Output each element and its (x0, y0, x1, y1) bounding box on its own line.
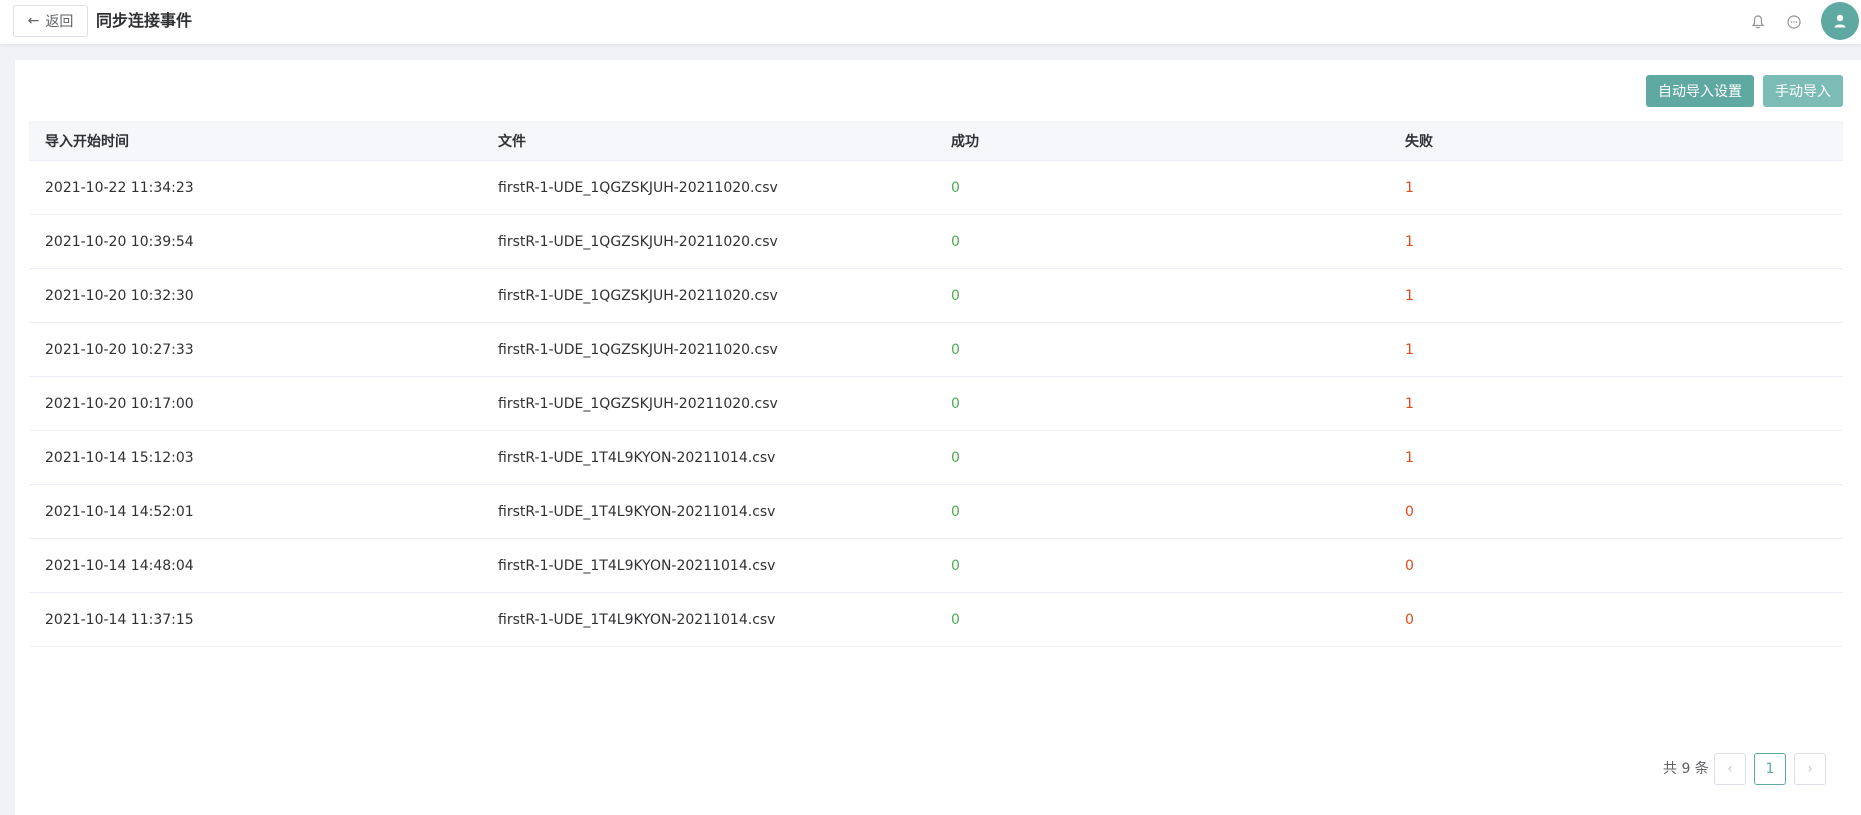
table-row[interactable]: 2021-10-14 14:48:04 firstR-1-UDE_1T4L9KY… (29, 539, 1843, 593)
import-events-table: 导入开始时间 文件 成功 失败 2021-10-22 11:34:23 firs… (29, 121, 1843, 647)
next-page-button[interactable]: › (1794, 753, 1826, 785)
cell-fail-count: 1 (1405, 233, 1414, 250)
cell-success-count: 0 (951, 341, 960, 358)
cell-start-time: 2021-10-20 10:27:33 (45, 341, 194, 358)
cell-fail-count: 0 (1405, 611, 1414, 628)
cell-file: firstR-1-UDE_1QGZSKJUH-20211020.csv (498, 233, 778, 250)
cell-file: firstR-1-UDE_1T4L9KYON-20211014.csv (498, 449, 776, 466)
chevron-right-icon: › (1807, 761, 1813, 777)
cell-fail-count: 1 (1405, 449, 1414, 466)
cell-fail-count: 0 (1405, 503, 1414, 520)
arrow-left-icon: ← (27, 13, 40, 29)
user-icon (1834, 14, 1846, 28)
cell-file: firstR-1-UDE_1QGZSKJUH-20211020.csv (498, 179, 778, 196)
cell-file: firstR-1-UDE_1T4L9KYON-20211014.csv (498, 611, 776, 628)
table-row[interactable]: 2021-10-14 15:12:03 firstR-1-UDE_1T4L9KY… (29, 431, 1843, 485)
cell-fail-count: 1 (1405, 395, 1414, 412)
cell-fail-count: 0 (1405, 557, 1414, 574)
cell-fail-count: 1 (1405, 341, 1414, 358)
table-row[interactable]: 2021-10-14 11:37:15 firstR-1-UDE_1T4L9KY… (29, 593, 1843, 647)
cell-file: firstR-1-UDE_1QGZSKJUH-20211020.csv (498, 395, 778, 412)
column-header-success[interactable]: 成功 (935, 131, 1389, 151)
cell-file: firstR-1-UDE_1QGZSKJUH-20211020.csv (498, 341, 778, 358)
top-bar: ← 返回 同步连接事件 (0, 0, 1861, 44)
cell-success-count: 0 (951, 233, 960, 250)
bell-icon[interactable] (1747, 11, 1769, 33)
cell-success-count: 0 (951, 179, 960, 196)
cell-start-time: 2021-10-20 10:39:54 (45, 233, 194, 250)
column-header-file[interactable]: 文件 (482, 131, 935, 151)
cell-success-count: 0 (951, 557, 960, 574)
cell-start-time: 2021-10-14 11:37:15 (45, 611, 194, 628)
cell-success-count: 0 (951, 449, 960, 466)
main-panel: 自动导入设置 手动导入 导入开始时间 文件 成功 失败 2021-10-22 1… (15, 60, 1861, 815)
cell-success-count: 0 (951, 503, 960, 520)
prev-page-button[interactable]: ‹ (1714, 753, 1746, 785)
cell-fail-count: 1 (1405, 179, 1414, 196)
cell-file: firstR-1-UDE_1T4L9KYON-20211014.csv (498, 503, 776, 520)
cell-start-time: 2021-10-14 15:12:03 (45, 449, 194, 466)
cell-start-time: 2021-10-22 11:34:23 (45, 179, 194, 196)
cell-start-time: 2021-10-14 14:48:04 (45, 557, 194, 574)
column-header-fail[interactable]: 失败 (1389, 131, 1843, 151)
column-header-start-time[interactable]: 导入开始时间 (29, 131, 482, 151)
cell-file: firstR-1-UDE_1QGZSKJUH-20211020.csv (498, 287, 778, 304)
manual-import-button[interactable]: 手动导入 (1763, 75, 1843, 107)
cell-fail-count: 1 (1405, 287, 1414, 304)
cell-success-count: 0 (951, 287, 960, 304)
cell-start-time: 2021-10-14 14:52:01 (45, 503, 194, 520)
table-row[interactable]: 2021-10-20 10:27:33 firstR-1-UDE_1QGZSKJ… (29, 323, 1843, 377)
table-row[interactable]: 2021-10-14 14:52:01 firstR-1-UDE_1T4L9KY… (29, 485, 1843, 539)
auto-import-settings-button[interactable]: 自动导入设置 (1646, 75, 1754, 107)
chat-icon[interactable] (1783, 11, 1805, 33)
cell-success-count: 0 (951, 611, 960, 628)
pagination: 共 9 条 ‹ 1 › (15, 753, 1861, 785)
table-row[interactable]: 2021-10-20 10:17:00 firstR-1-UDE_1QGZSKJ… (29, 377, 1843, 431)
pagination-total: 共 9 条 (1663, 761, 1709, 777)
table-header: 导入开始时间 文件 成功 失败 (29, 121, 1843, 161)
table-row[interactable]: 2021-10-22 11:34:23 firstR-1-UDE_1QGZSKJ… (29, 161, 1843, 215)
avatar[interactable] (1821, 2, 1859, 40)
page-title: 同步连接事件 (96, 11, 193, 30)
back-button[interactable]: ← 返回 (13, 5, 88, 37)
cell-start-time: 2021-10-20 10:32:30 (45, 287, 194, 304)
back-button-label: 返回 (45, 14, 74, 30)
table-row[interactable]: 2021-10-20 10:32:30 firstR-1-UDE_1QGZSKJ… (29, 269, 1843, 323)
cell-start-time: 2021-10-20 10:17:00 (45, 395, 194, 412)
chevron-left-icon: ‹ (1727, 761, 1733, 777)
table-row[interactable]: 2021-10-20 10:39:54 firstR-1-UDE_1QGZSKJ… (29, 215, 1843, 269)
cell-success-count: 0 (951, 395, 960, 412)
cell-file: firstR-1-UDE_1T4L9KYON-20211014.csv (498, 557, 776, 574)
page-number-button[interactable]: 1 (1754, 753, 1786, 785)
